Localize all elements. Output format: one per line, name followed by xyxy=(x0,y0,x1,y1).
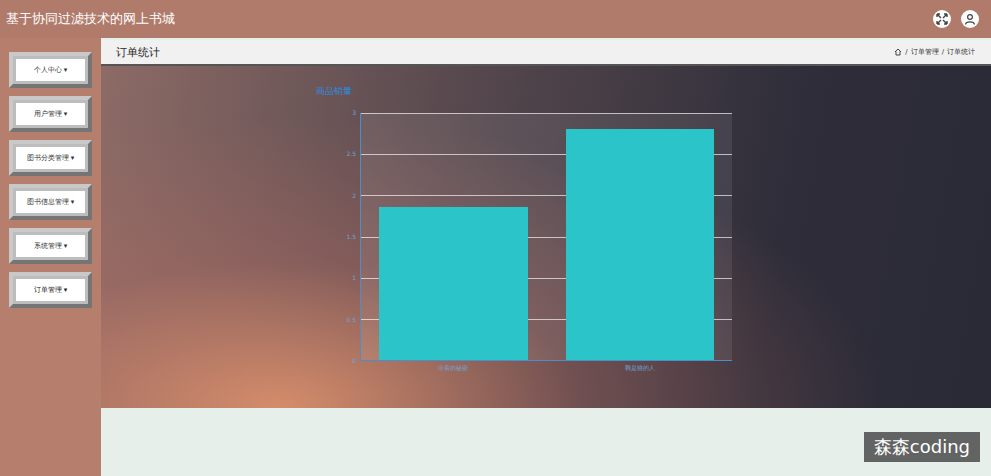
sidebar: 个人中心 ▾ 用户管理 ▾ 图书分类管理 ▾ 图书信息管理 ▾ 系统管理 ▾ 订单管理 ▾ xyxy=(0,38,101,476)
y-tick: 0.5 xyxy=(346,316,356,324)
x-axis: 活着的秘密 我是猫的人 xyxy=(360,361,732,373)
person-icon xyxy=(964,13,976,25)
bar-chart: 商品销量 0 0.5 1 1.5 2 2.5 3 活着的秘密 我是猫的人 xyxy=(316,85,991,373)
user-icon[interactable] xyxy=(961,10,979,28)
y-tick: 3 xyxy=(352,109,356,117)
sidebar-item-label: 系统管理 ▾ xyxy=(16,235,85,257)
sidebar-item-label: 订单管理 ▾ xyxy=(16,279,85,301)
bar[interactable] xyxy=(566,129,715,360)
background-photo: 商品销量 0 0.5 1 1.5 2 2.5 3 活着的秘密 我是猫的人 xyxy=(101,66,991,408)
y-tick: 2 xyxy=(352,192,356,200)
y-tick: 1 xyxy=(352,274,356,282)
sidebar-item[interactable]: 图书信息管理 ▾ xyxy=(9,184,92,220)
x-label: 我是猫的人 xyxy=(565,364,714,373)
fullscreen-arrows-icon xyxy=(936,13,948,25)
sidebar-item-label: 图书信息管理 ▾ xyxy=(16,191,85,213)
y-tick: 1.5 xyxy=(346,233,356,241)
bar[interactable] xyxy=(379,207,528,360)
y-tick: 0 xyxy=(352,357,356,365)
x-label: 活着的秘密 xyxy=(378,364,527,373)
app-title: 基于协同过滤技术的网上书城 xyxy=(6,10,175,28)
sidebar-item-label: 个人中心 ▾ xyxy=(16,59,85,81)
sidebar-item-label: 图书分类管理 ▾ xyxy=(16,147,85,169)
breadcrumb-bar: 订单统计/订单管理/订单统计 xyxy=(101,40,991,66)
fullscreen-icon[interactable] xyxy=(933,10,951,28)
y-tick: 2.5 xyxy=(346,150,356,158)
breadcrumb-item: 订单统计 xyxy=(947,47,975,57)
watermark: 森森coding xyxy=(864,432,980,462)
plot-area xyxy=(360,113,732,361)
y-axis: 0 0.5 1 1.5 2 2.5 3 xyxy=(316,109,360,365)
sidebar-item-label: 用户管理 ▾ xyxy=(16,103,85,125)
top-bar: 基于协同过滤技术的网上书城 xyxy=(0,0,991,38)
breadcrumb-separator: / xyxy=(942,48,944,56)
page-title: 订单统计 xyxy=(116,45,160,60)
content-footer xyxy=(101,408,991,476)
sidebar-item[interactable]: 个人中心 ▾ xyxy=(9,52,92,88)
app-root: 基于协同过滤技术的网上书城个人中心 ▾ 用户管理 ▾ 图书分类管理 ▾ 图书信息管理 … xyxy=(0,0,991,476)
sidebar-item[interactable]: 订单管理 ▾ xyxy=(9,272,92,308)
breadcrumb: /订单管理/订单统计 xyxy=(894,47,975,57)
sidebar-item[interactable]: 用户管理 ▾ xyxy=(9,96,92,132)
sidebar-item[interactable]: 系统管理 ▾ xyxy=(9,228,92,264)
sidebar-item[interactable]: 图书分类管理 ▾ xyxy=(9,140,92,176)
main-content: 订单统计/订单管理/订单统计商品销量00.511.522.53活着的秘密我是猫的… xyxy=(101,38,991,476)
top-actions xyxy=(933,10,979,28)
home-icon[interactable] xyxy=(894,48,902,56)
chart-title: 商品销量 xyxy=(316,85,991,98)
breadcrumb-item[interactable]: 订单管理 xyxy=(911,47,939,57)
breadcrumb-separator: / xyxy=(905,48,907,56)
